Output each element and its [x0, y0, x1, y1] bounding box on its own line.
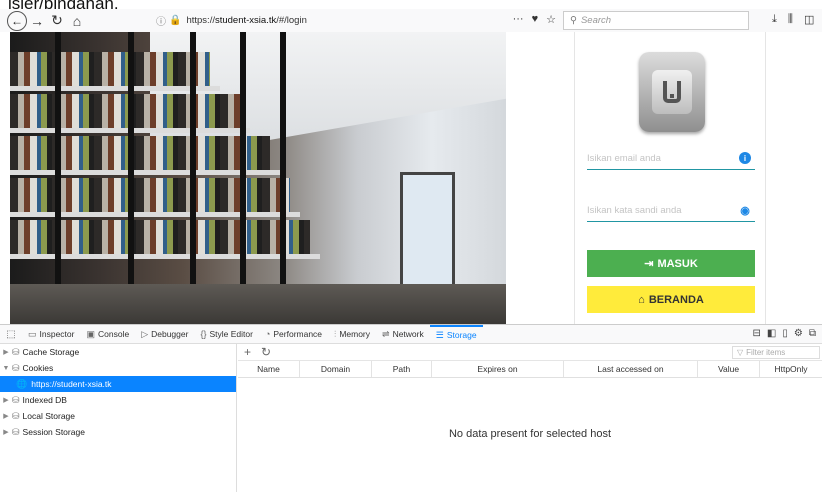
search-icon: ⚲	[570, 15, 577, 26]
tree-item-cache-storage[interactable]: ▶ ⛁ Cache Storage	[0, 344, 236, 360]
dock-icon[interactable]: ⊟	[753, 328, 761, 339]
chevron-right-icon[interactable]: ▶	[0, 348, 12, 356]
url-bar[interactable]: ⓘ 🔒 https://student-xsia.tk/#/login ··· …	[150, 11, 558, 30]
column-header-expires[interactable]: Expires on	[432, 361, 564, 377]
refresh-icon[interactable]: ↻	[261, 345, 271, 359]
login-panel: i ◉ ⇥ MASUK ⌂ BERANDA	[574, 32, 766, 324]
browser-toolbar: ← → ↻ ⌂ ⓘ 🔒 https://student-xsia.tk/#/lo…	[0, 9, 822, 32]
pocket-icon[interactable]: ♥	[532, 13, 539, 26]
column-header-name[interactable]: Name	[238, 361, 300, 377]
home-button[interactable]: ⌂	[67, 11, 87, 31]
password-input[interactable]	[587, 200, 727, 220]
inspector-icon: ▭	[28, 328, 37, 339]
empty-message: No data present for selected host	[448, 428, 612, 440]
forward-button[interactable]: →	[27, 11, 47, 31]
tree-item-cookie-host[interactable]: 🌐 https://student-xsia.tk	[0, 376, 236, 392]
devtools-tabbar: ⬚ ▭ Inspector ▣ Console ▷ Debugger {} Style …	[0, 324, 822, 344]
password-field[interactable]: ◉	[587, 200, 755, 222]
reload-icon: ↻	[51, 12, 63, 28]
chevron-down-icon[interactable]: ▼	[0, 365, 12, 372]
table-header: Name Domain Path Expires on Last accesse…	[238, 361, 822, 378]
page-actions-icon[interactable]: ···	[513, 13, 524, 26]
style-editor-icon: {}	[200, 329, 207, 339]
beranda-button[interactable]: ⌂ BERANDA	[587, 286, 755, 313]
app-logo	[639, 52, 705, 132]
eye-icon[interactable]: ◉	[739, 204, 751, 217]
responsive-mode-icon[interactable]: ▯	[782, 328, 788, 339]
storage-table-panel: + ↻ ▽ Filter items Name Domain Path Expi…	[238, 344, 822, 492]
console-icon: ▣	[86, 328, 95, 339]
tree-item-indexed-db[interactable]: ▶ ⛁ Indexed DB	[0, 392, 236, 408]
download-icon[interactable]: ⤓	[772, 13, 777, 26]
library-icon[interactable]: ⫼	[788, 13, 793, 26]
back-button[interactable]: ←	[7, 10, 27, 31]
reload-button[interactable]: ↻	[47, 11, 67, 31]
tree-item-cookies[interactable]: ▼ ⛁ Cookies	[0, 360, 236, 376]
tab-network[interactable]: ⇌ Network	[376, 325, 430, 344]
email-field[interactable]: i	[587, 148, 755, 170]
tab-style-editor[interactable]: {} Style Editor	[194, 325, 258, 344]
home-icon: ⌂	[638, 293, 645, 306]
filter-input[interactable]: ▽ Filter items	[732, 346, 820, 359]
page-content: i ◉ ⇥ MASUK ⌂ BERANDA	[0, 32, 822, 324]
info-circle-icon: i	[739, 152, 751, 164]
chevron-right-icon[interactable]: ▶	[0, 412, 12, 420]
database-icon: ⛁	[12, 346, 20, 357]
debugger-icon: ▷	[141, 328, 149, 339]
chevron-right-icon[interactable]: ▶	[0, 396, 12, 404]
column-header-domain[interactable]: Domain	[300, 361, 372, 377]
database-icon: ⛁	[12, 426, 20, 437]
url-text[interactable]: https://student-xsia.tk/#/login	[186, 15, 306, 26]
element-picker-icon[interactable]: ⬚	[0, 329, 22, 340]
column-header-value[interactable]: Value	[698, 361, 760, 377]
tab-performance[interactable]: ◔ Performance	[259, 325, 328, 344]
globe-icon: 🌐	[16, 378, 28, 389]
memory-icon: ⫶	[334, 328, 337, 339]
add-item-icon[interactable]: +	[244, 345, 251, 359]
tab-console[interactable]: ▣ Console	[80, 325, 135, 344]
database-icon: ⛁	[12, 410, 20, 421]
chevron-right-icon[interactable]: ▶	[0, 428, 12, 436]
info-icon[interactable]: ⓘ	[156, 13, 166, 28]
performance-icon: ◔	[264, 329, 271, 339]
filter-icon: ▽	[737, 348, 744, 357]
email-input[interactable]	[587, 148, 727, 168]
tab-inspector[interactable]: ▭ Inspector	[22, 325, 80, 344]
column-header-httponly[interactable]: HttpOnly	[760, 361, 822, 377]
sign-in-icon: ⇥	[644, 258, 654, 270]
tree-item-local-storage[interactable]: ▶ ⛁ Local Storage	[0, 408, 236, 424]
tab-storage[interactable]: ☰ Storage	[429, 324, 483, 344]
library-photo	[10, 32, 506, 324]
tree-item-session-storage[interactable]: ▶ ⛁ Session Storage	[0, 424, 236, 440]
split-console-icon[interactable]: ◧	[767, 328, 776, 339]
database-icon: ⛁	[12, 394, 20, 405]
column-header-path[interactable]: Path	[372, 361, 432, 377]
popout-icon[interactable]: ⧉	[809, 328, 816, 339]
tab-memory[interactable]: ⫶ Memory	[328, 325, 376, 344]
network-icon: ⇌	[382, 328, 390, 339]
search-input[interactable]: ⚲ Search	[563, 11, 749, 30]
sidebar-icon[interactable]: ◫	[804, 13, 814, 26]
bookmark-star-icon[interactable]: ☆	[546, 13, 556, 26]
column-header-last-accessed[interactable]: Last accessed on	[564, 361, 698, 377]
home-icon: ⌂	[72, 12, 82, 29]
arrow-right-icon: →	[30, 12, 44, 29]
tab-debugger[interactable]: ▷ Debugger	[135, 325, 194, 344]
settings-gear-icon[interactable]: ⚙	[794, 328, 803, 339]
storage-icon: ☰	[435, 329, 444, 340]
storage-tree: ▶ ⛁ Cache Storage ▼ ⛁ Cookies 🌐 https://st…	[0, 344, 237, 492]
masuk-button[interactable]: ⇥ MASUK	[587, 250, 755, 277]
arrow-left-icon: ←	[11, 13, 23, 28]
search-placeholder: Search	[580, 15, 612, 26]
database-icon: ⛁	[12, 362, 20, 373]
lock-icon[interactable]: 🔒	[169, 15, 181, 26]
